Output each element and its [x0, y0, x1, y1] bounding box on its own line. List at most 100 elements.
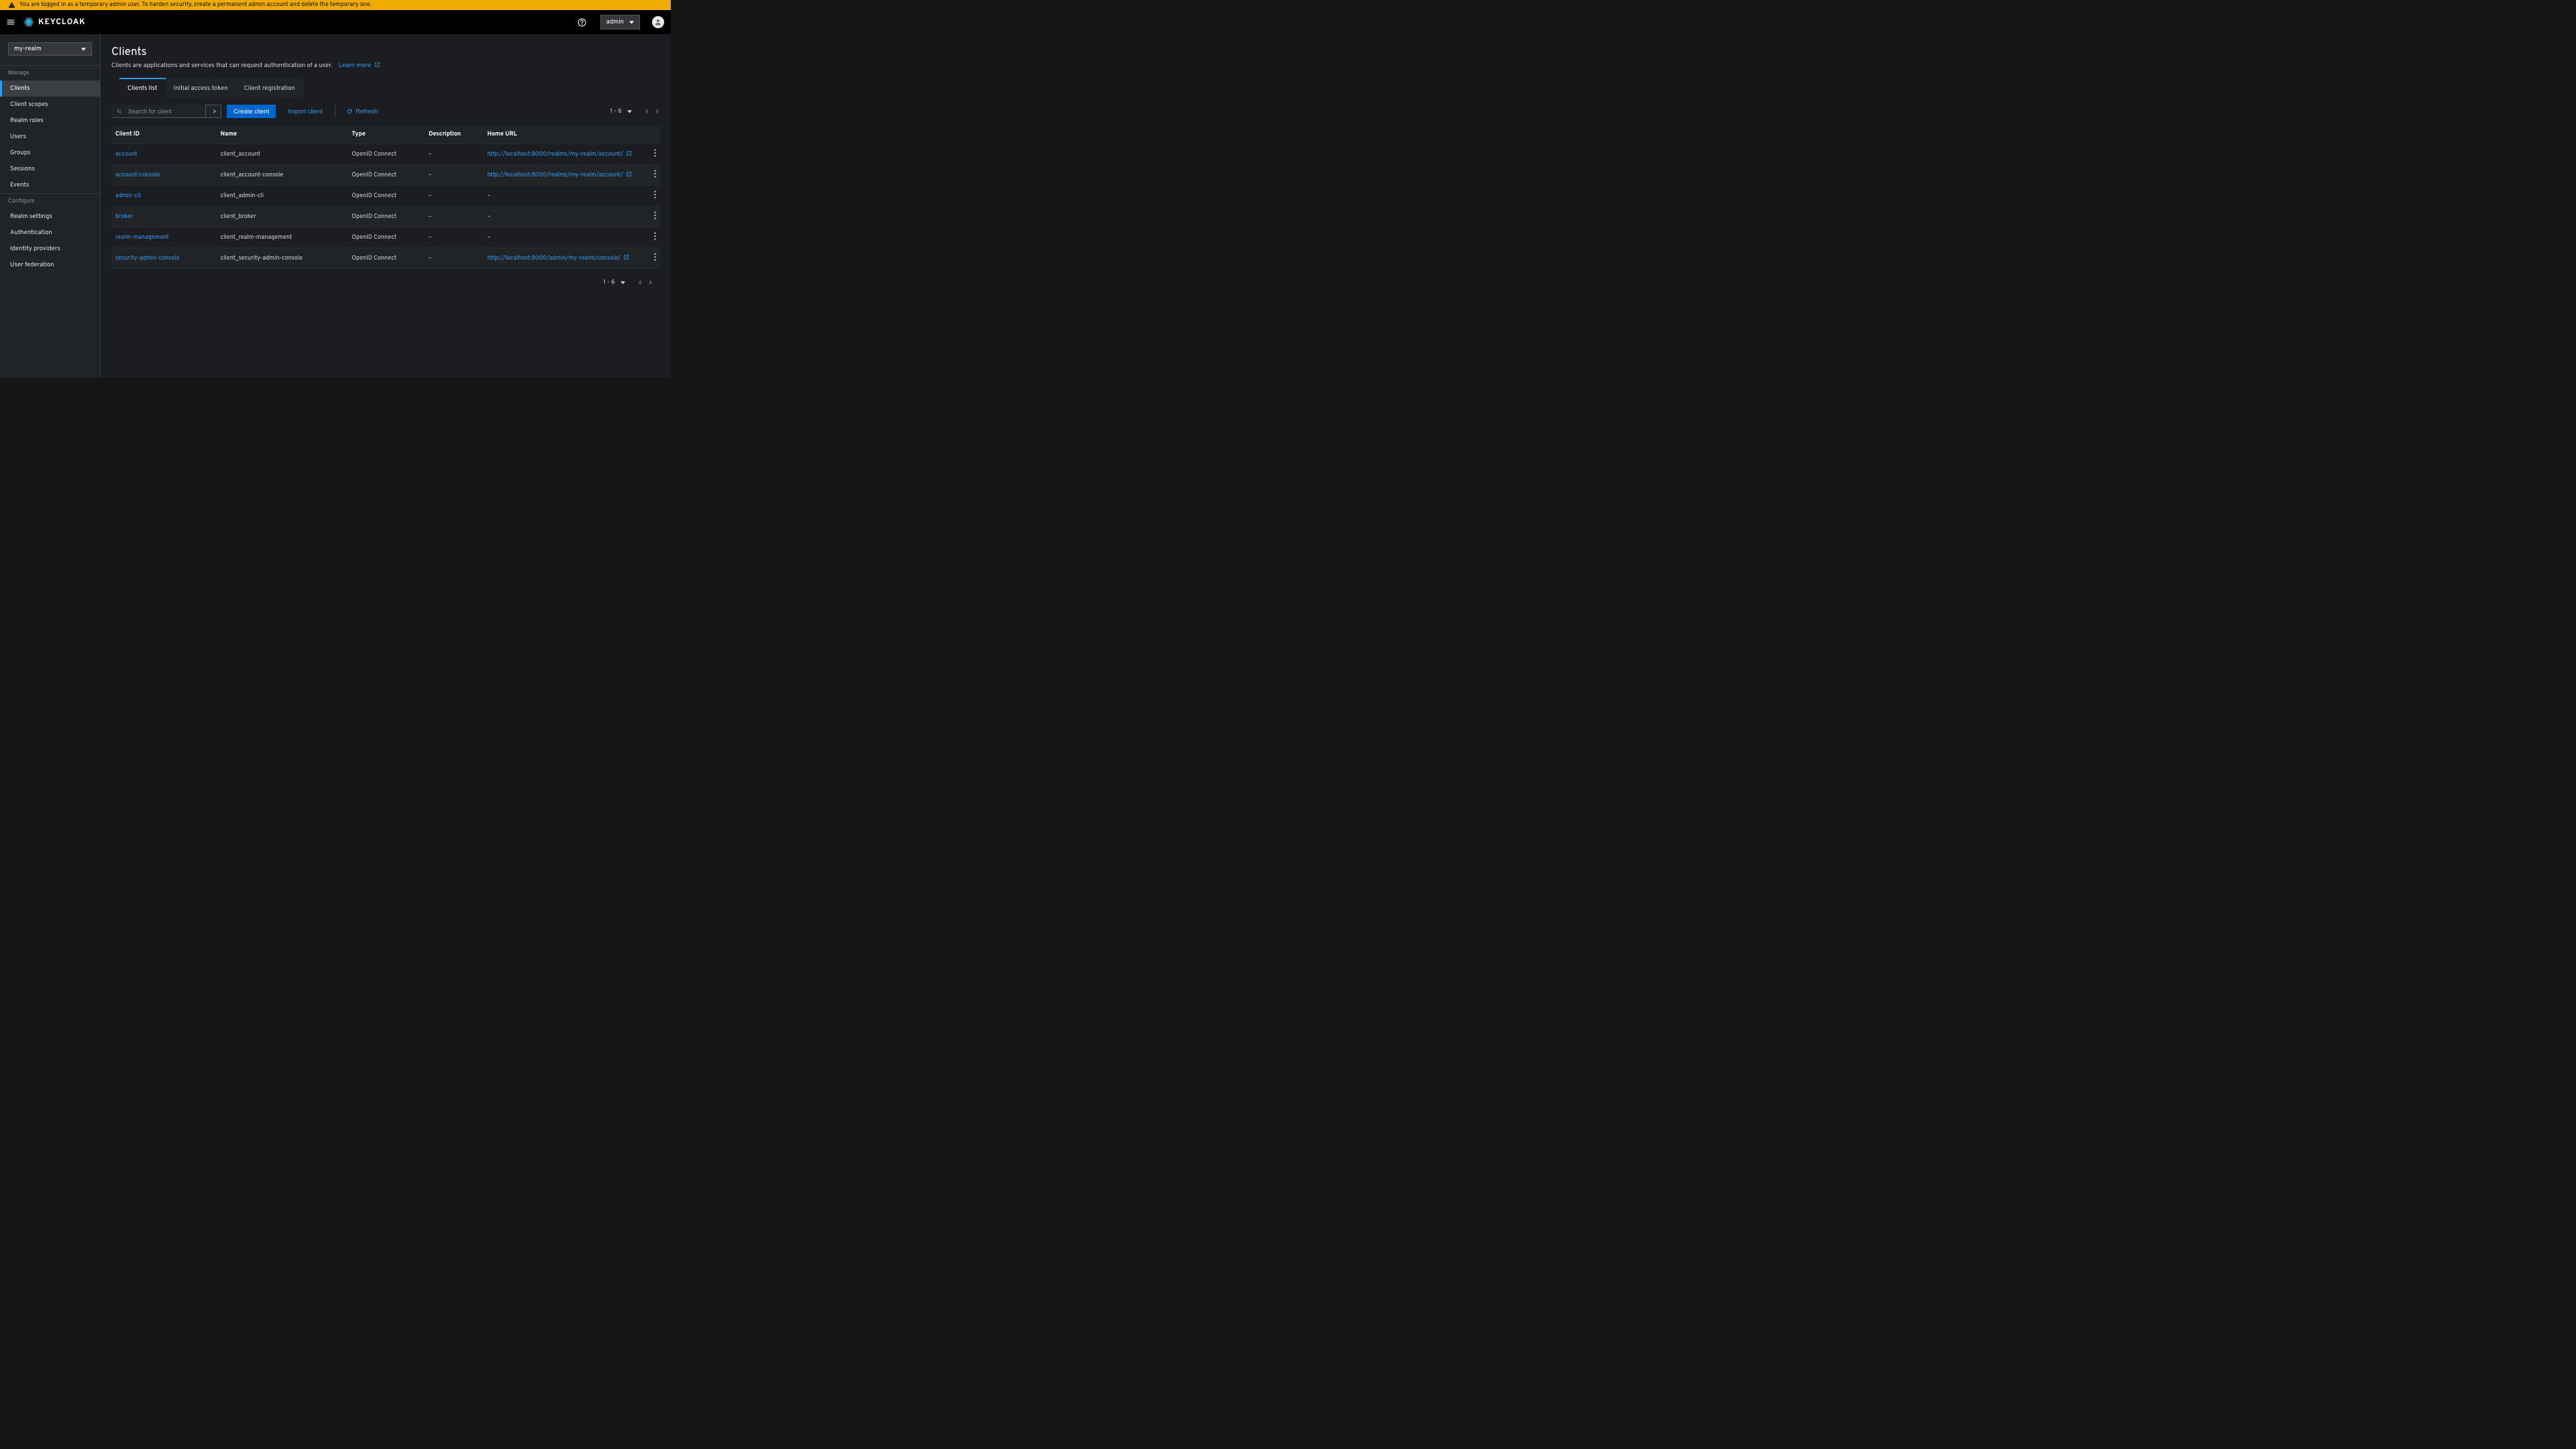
pager-prev[interactable]	[644, 109, 649, 114]
pager-prev[interactable]	[637, 280, 643, 285]
logo-text: KEYCLOAK	[38, 17, 86, 28]
col-client-id: Client ID	[111, 125, 217, 144]
user-menu-label: admin	[606, 18, 624, 26]
page-range: 1 - 6	[610, 107, 621, 115]
search-icon	[117, 108, 123, 115]
tab-client-registration[interactable]: Client registration	[236, 78, 303, 98]
external-link-icon	[374, 62, 380, 68]
client-home-url: –	[483, 186, 649, 207]
client-id-link[interactable]: account	[115, 151, 138, 158]
sidebar-item-users[interactable]: Users	[0, 129, 100, 145]
tab-clients-list[interactable]: Clients list	[119, 78, 166, 98]
page-description: Clients are applications and services th…	[111, 62, 660, 70]
page-range: 1 - 6	[603, 278, 614, 286]
sidebar-item-realm-roles[interactable]: Realm roles	[0, 113, 100, 129]
row-actions-menu[interactable]	[649, 227, 660, 248]
client-home-url: –	[483, 207, 649, 227]
sidebar-item-identity-providers[interactable]: Identity providers	[0, 241, 100, 257]
client-id-link[interactable]: security-admin-console	[115, 255, 180, 262]
row-actions-menu[interactable]	[649, 186, 660, 207]
client-id-link[interactable]: broker	[115, 213, 133, 221]
client-description: –	[425, 165, 483, 186]
client-type: OpenID Connect	[347, 227, 425, 248]
realm-selected: my-realm	[14, 45, 42, 53]
sidebar-item-groups[interactable]: Groups	[0, 145, 100, 161]
pager-top: 1 - 6	[610, 107, 660, 115]
caret-down-icon	[629, 20, 634, 25]
caret-down-icon	[81, 47, 86, 52]
import-client-button[interactable]: Import client	[281, 105, 329, 118]
help-button[interactable]	[576, 16, 588, 28]
learn-more-link[interactable]: Learn more	[339, 62, 380, 70]
pager-next[interactable]	[655, 109, 660, 114]
row-actions-menu[interactable]	[649, 144, 660, 165]
sidebar-item-user-federation[interactable]: User federation	[0, 257, 100, 273]
col-type: Type	[347, 125, 425, 144]
client-id-link[interactable]: account-console	[115, 172, 160, 179]
sidebar-item-realm-settings[interactable]: Realm settings	[0, 209, 100, 225]
caret-down-icon[interactable]	[621, 280, 625, 285]
toolbar: Create client Import client Refresh 1 - …	[111, 98, 660, 125]
refresh-button[interactable]: Refresh	[341, 105, 383, 118]
avatar[interactable]	[652, 16, 664, 28]
search-submit[interactable]	[205, 105, 221, 118]
client-home-url: http://localhost:8000/realms/my-realm/ac…	[483, 144, 649, 165]
create-client-button[interactable]: Create client	[227, 105, 276, 118]
table-row: security-admin-consoleclient_security-ad…	[111, 248, 660, 269]
client-description: –	[425, 227, 483, 248]
client-type: OpenID Connect	[347, 144, 425, 165]
client-name: client_account-console	[217, 165, 348, 186]
sidebar-item-sessions[interactable]: Sessions	[0, 161, 100, 177]
client-description: –	[425, 144, 483, 165]
sidebar-item-authentication[interactable]: Authentication	[0, 225, 100, 241]
pager-next[interactable]	[648, 280, 653, 285]
col-home-url: Home URL	[483, 125, 649, 144]
home-url-link[interactable]: http://localhost:8000/realms/my-realm/ac…	[487, 151, 632, 158]
user-menu[interactable]: admin	[600, 15, 640, 30]
sidebar-item-clients[interactable]: Clients	[0, 80, 100, 97]
client-home-url: http://localhost:8000/admin/my-realm/con…	[483, 248, 649, 269]
refresh-icon	[346, 108, 353, 115]
client-name: client_account	[217, 144, 348, 165]
table-row: brokerclient_brokerOpenID Connect––	[111, 207, 660, 227]
client-description: –	[425, 207, 483, 227]
sidebar-item-events[interactable]: Events	[0, 177, 100, 193]
table-row: realm-management client_realm-managementO…	[111, 227, 660, 248]
page-title: Clients	[111, 45, 660, 60]
content: Clients Clients are applications and ser…	[101, 34, 671, 378]
client-type: OpenID Connect	[347, 165, 425, 186]
warning-banner: You are logged in as a temporary admin u…	[0, 0, 671, 10]
tabs: Clients listInitial access tokenClient r…	[119, 78, 660, 98]
external-link-icon	[623, 254, 629, 260]
logo-mark-icon	[23, 16, 35, 28]
search-input[interactable]	[127, 107, 200, 115]
client-type: OpenID Connect	[347, 186, 425, 207]
hamburger-icon[interactable]	[5, 17, 16, 28]
realm-selector[interactable]: my-realm	[8, 42, 92, 56]
client-name: client_admin-cli	[217, 186, 348, 207]
client-name: client_realm-management	[217, 227, 348, 248]
tab-initial-access-token[interactable]: Initial access token	[166, 78, 236, 98]
client-description: –	[425, 248, 483, 269]
sidebar-item-client-scopes[interactable]: Client scopes	[0, 97, 100, 113]
nav-section-configure: Configure	[0, 193, 100, 209]
home-url-link[interactable]: http://localhost:8000/realms/my-realm/ac…	[487, 172, 632, 179]
pager-bottom: 1 - 6	[603, 278, 653, 286]
sidebar: my-realm Manage ClientsClient scopesReal…	[0, 34, 101, 378]
search-input-wrapper	[111, 105, 205, 118]
client-home-url: http://localhost:8000/realms/my-realm/ac…	[483, 165, 649, 186]
row-actions-menu[interactable]	[649, 207, 660, 227]
table-row: admin-cli client_admin-cliOpenID Connect –…	[111, 186, 660, 207]
table-row: account-console client_account-consoleOpe…	[111, 165, 660, 186]
caret-down-icon[interactable]	[627, 109, 632, 114]
logo[interactable]: KEYCLOAK	[23, 16, 86, 28]
client-home-url: –	[483, 227, 649, 248]
client-id-link[interactable]: realm-management	[115, 234, 169, 241]
external-link-icon	[626, 150, 632, 156]
client-id-link[interactable]: admin-cli	[115, 193, 141, 200]
row-actions-menu[interactable]	[649, 165, 660, 186]
home-url-link[interactable]: http://localhost:8000/admin/my-realm/con…	[487, 255, 629, 262]
client-type: OpenID Connect	[347, 207, 425, 227]
table-row: account client_accountOpenID Connect–http…	[111, 144, 660, 165]
row-actions-menu[interactable]	[649, 248, 660, 269]
